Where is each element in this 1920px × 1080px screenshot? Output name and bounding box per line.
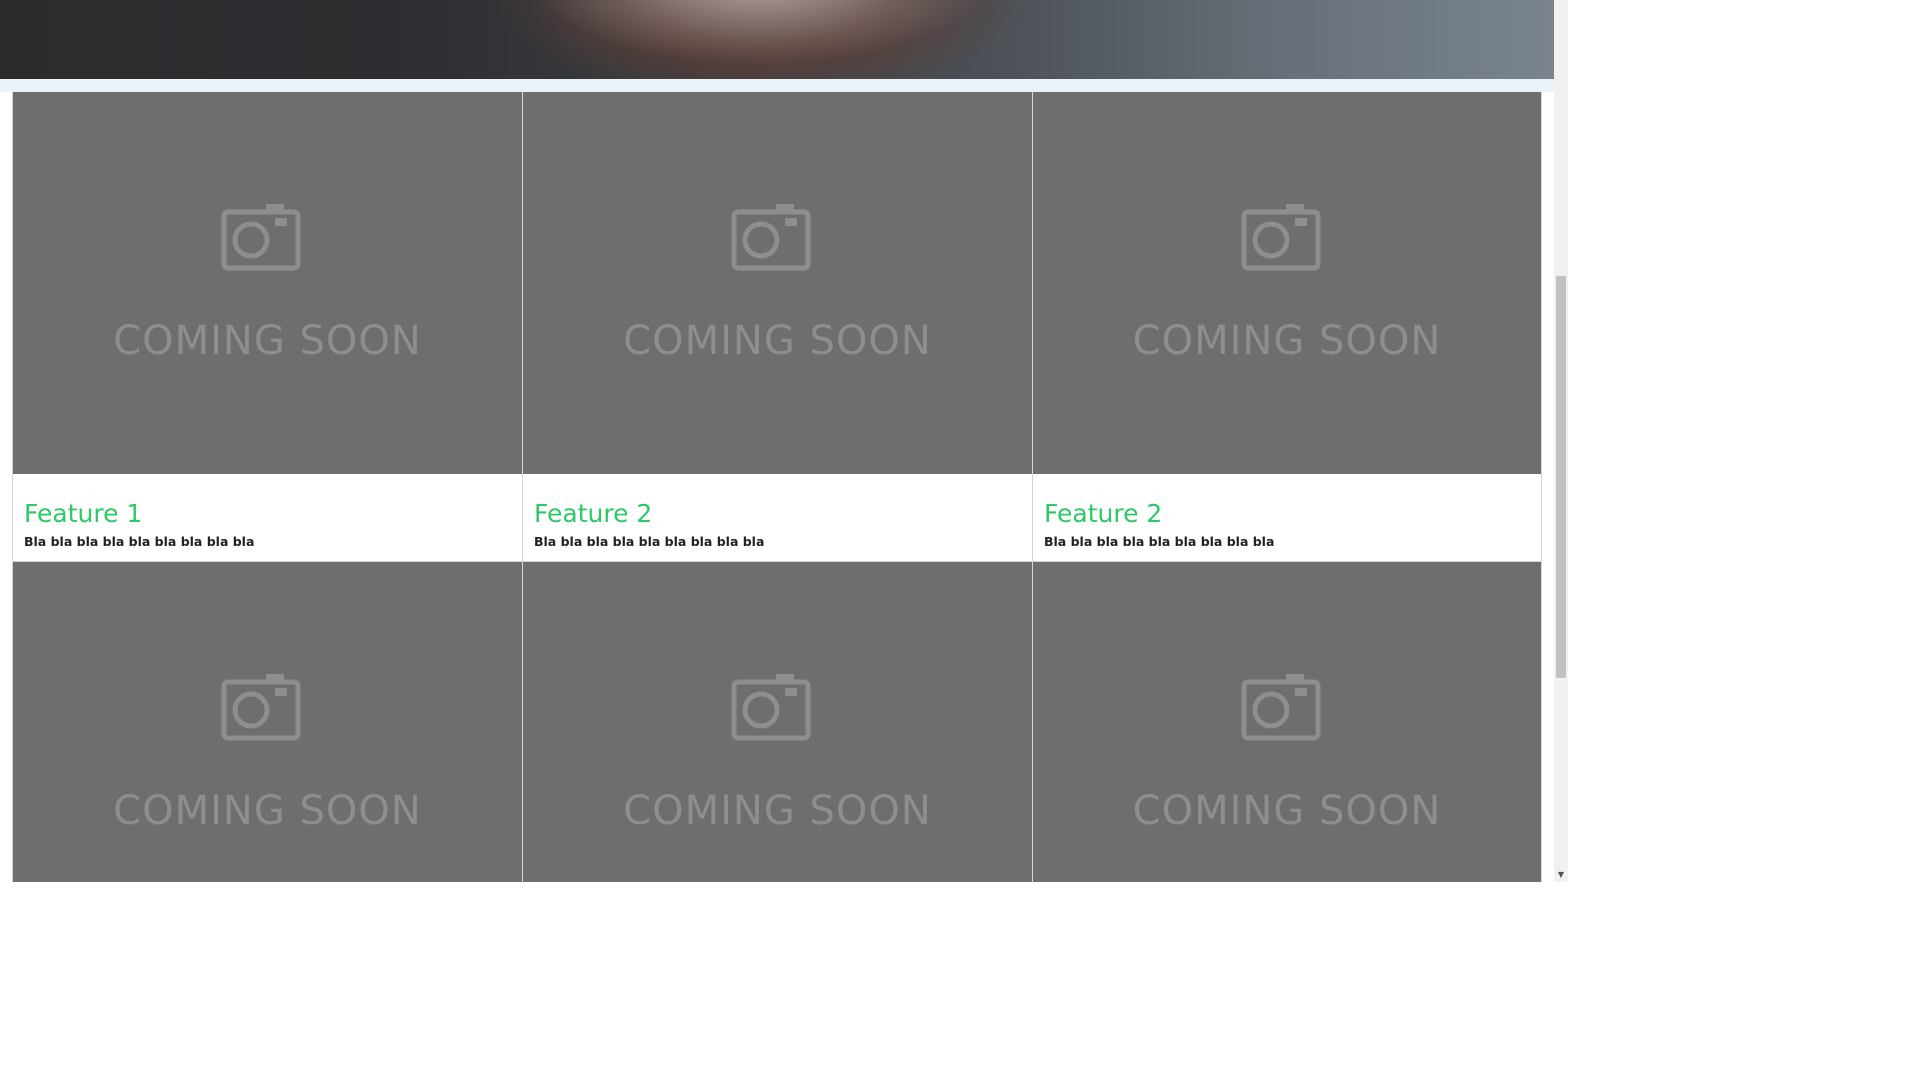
feature-card[interactable]: COMING SOON Feature 2 Bla bla bla bla bl…	[522, 92, 1032, 562]
coming-soon-image: COMING SOON	[13, 562, 522, 882]
hero-image	[0, 0, 1554, 79]
feature-title[interactable]: Feature 1	[24, 497, 142, 531]
coming-soon-text: COMING SOON	[623, 318, 932, 364]
feature-description: Bla bla bla bla bla bla bla bla bla	[24, 534, 255, 549]
feature-description: Bla bla bla bla bla bla bla bla bla	[534, 534, 765, 549]
camera-icon	[1241, 674, 1321, 741]
coming-soon-image: COMING SOON	[13, 92, 522, 474]
camera-icon	[731, 204, 811, 271]
coming-soon-text: COMING SOON	[1132, 788, 1442, 834]
feature-card[interactable]: COMING SOON Feature 1 Bla bla bla bla bl…	[12, 92, 522, 562]
feature-title[interactable]: Feature 2	[1044, 497, 1162, 531]
feature-title[interactable]: Feature 2	[534, 497, 652, 531]
feature-card[interactable]: COMING SOON	[1032, 562, 1542, 882]
feature-card[interactable]: COMING SOON	[522, 562, 1032, 882]
coming-soon-text: COMING SOON	[113, 318, 422, 364]
camera-icon	[731, 674, 811, 741]
coming-soon-text: COMING SOON	[623, 788, 932, 834]
scroll-down-arrow-icon[interactable]: ▼	[1554, 868, 1568, 882]
hero-divider-band	[0, 79, 1554, 92]
feature-description: Bla bla bla bla bla bla bla bla bla	[1044, 534, 1275, 549]
feature-grid: COMING SOON Feature 1 Bla bla bla bla bl…	[12, 92, 1542, 882]
coming-soon-image: COMING SOON	[523, 562, 1032, 882]
camera-icon	[1241, 204, 1321, 271]
coming-soon-image: COMING SOON	[1033, 562, 1541, 882]
feature-card[interactable]: COMING SOON	[12, 562, 522, 882]
feature-card[interactable]: COMING SOON Feature 2 Bla bla bla bla bl…	[1032, 92, 1542, 562]
page-viewport: COMING SOON Feature 1 Bla bla bla bla bl…	[0, 0, 1568, 882]
coming-soon-image: COMING SOON	[1033, 92, 1541, 474]
coming-soon-text: COMING SOON	[1132, 318, 1442, 364]
camera-icon	[221, 674, 301, 741]
camera-icon	[221, 204, 301, 271]
coming-soon-text: COMING SOON	[113, 788, 422, 834]
coming-soon-image: COMING SOON	[523, 92, 1032, 474]
vertical-scrollbar[interactable]: ▼	[1554, 0, 1568, 882]
scrollbar-thumb[interactable]	[1556, 276, 1566, 678]
